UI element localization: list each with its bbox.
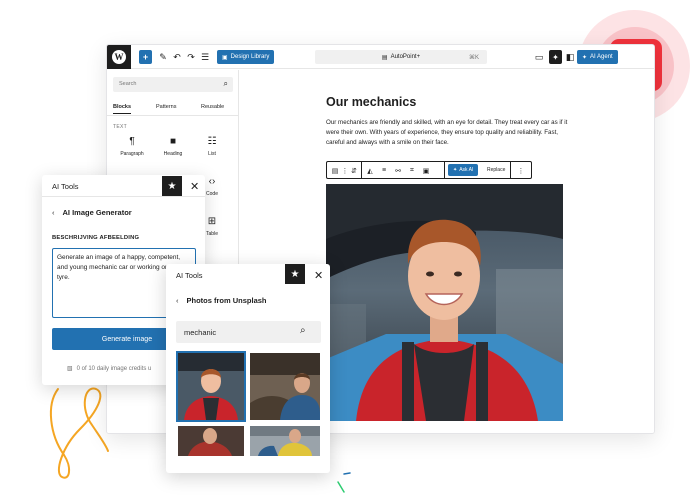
- unsplash-title: Photos from Unsplash: [186, 296, 267, 305]
- align-icon[interactable]: ≡: [379, 165, 389, 176]
- ai-agent-button[interactable]: ✦ AI Agent: [577, 50, 618, 64]
- add-block-button[interactable]: +: [139, 50, 152, 64]
- tab-patterns[interactable]: Patterns: [156, 104, 176, 110]
- search-icon[interactable]: ⌕: [300, 325, 306, 336]
- unsplash-photos-panel: AI Tools ★ ✕ ‹ Photos from Unsplash ⌕: [166, 264, 330, 473]
- unsplash-photo-4[interactable]: [250, 426, 320, 456]
- sparkle-icon: ✦: [582, 54, 588, 61]
- unsplash-photo-1[interactable]: [176, 351, 246, 422]
- squiggle-decoration: [49, 387, 109, 479]
- block-type-icon[interactable]: ▤: [330, 165, 340, 176]
- page-heading[interactable]: Our mechanics: [326, 95, 416, 109]
- editor-top-toolbar: W + ✎ ↶ ↷ ☰ ▣ Design Library ▤ AutoPoint…: [107, 45, 654, 69]
- sparkle-icon: ✦: [453, 167, 458, 173]
- generator-title: AI Image Generator: [62, 208, 132, 217]
- duotone-icon[interactable]: ◭: [365, 165, 375, 176]
- unsplash-subheader: ‹ Photos from Unsplash: [176, 296, 267, 305]
- toolbar-separator: [444, 162, 445, 178]
- search-icon: ⌕: [223, 79, 228, 88]
- panel-title: AI Tools: [52, 182, 79, 191]
- link-icon[interactable]: ⚯: [393, 165, 403, 176]
- ask-ai-button[interactable]: ✦ Ask AI: [448, 164, 479, 176]
- more-options-icon[interactable]: ⋮: [516, 165, 526, 176]
- unsplash-photo-2[interactable]: [250, 353, 320, 420]
- wordpress-logo-icon[interactable]: W: [107, 45, 131, 69]
- preview-device-icon[interactable]: ▭: [533, 50, 545, 64]
- drag-handle-icon[interactable]: ⋮: [341, 165, 349, 176]
- panel-header: AI Tools ★ ✕: [42, 175, 205, 197]
- text-over-image-icon[interactable]: ▣: [421, 165, 431, 176]
- back-chevron-icon[interactable]: ‹: [176, 296, 179, 305]
- close-icon[interactable]: ✕: [314, 269, 323, 282]
- inserter-tabs: Blocks Patterns Reusable: [107, 100, 238, 116]
- block-heading[interactable]: ■ Heading: [154, 136, 192, 157]
- design-library-button[interactable]: ▣ Design Library: [217, 50, 275, 64]
- bookmark-icon: ■: [169, 136, 177, 147]
- design-library-icon: ▣: [222, 54, 228, 61]
- list-view-icon[interactable]: ☰: [199, 50, 211, 64]
- mechanic-photo[interactable]: [326, 184, 563, 421]
- close-icon[interactable]: ✕: [190, 180, 199, 193]
- command-shortcut: ⌘K: [468, 54, 479, 61]
- image-credits-status: ▧ 0 of 10 daily image credits u: [67, 365, 152, 373]
- list-icon: ☷: [207, 136, 217, 147]
- unsplash-photo-3[interactable]: [178, 426, 244, 456]
- ai-sparkle-toggle[interactable]: ✦: [549, 50, 562, 64]
- back-chevron-icon[interactable]: ‹: [52, 208, 55, 217]
- block-search-input[interactable]: Search ⌕: [113, 77, 233, 92]
- panel-title: AI Tools: [176, 271, 203, 280]
- page-icon: ▤: [381, 54, 388, 61]
- tab-reusable[interactable]: Reusable: [201, 104, 224, 110]
- block-paragraph[interactable]: ¶ Paragraph: [113, 136, 151, 157]
- image-icon: ▧: [67, 366, 73, 372]
- toolbar-separator: [361, 162, 362, 178]
- crop-icon[interactable]: ⌗: [407, 165, 417, 176]
- undo-icon[interactable]: ↶: [171, 50, 183, 64]
- paragraph-icon: ¶: [129, 136, 135, 147]
- star-icon[interactable]: ★: [162, 176, 182, 196]
- block-list[interactable]: ☷ List: [193, 136, 231, 157]
- tab-blocks[interactable]: Blocks: [113, 104, 132, 114]
- image-block-toolbar: ▤ ⋮ ⇵ ◭ ≡ ⚯ ⌗ ▣ ✦ Ask AI Replace ⋮: [326, 161, 532, 179]
- page-paragraph[interactable]: Our mechanics are friendly and skilled, …: [326, 118, 576, 148]
- toolbar-separator: [510, 162, 511, 178]
- redo-icon[interactable]: ↷: [185, 50, 197, 64]
- pen-icon[interactable]: ✎: [157, 50, 169, 64]
- star-icon[interactable]: ★: [285, 264, 305, 284]
- settings-sidebar-icon[interactable]: ◧: [565, 50, 575, 64]
- block-category-label: TEXT: [113, 124, 127, 130]
- replace-button[interactable]: Replace: [483, 164, 509, 176]
- panel-header: AI Tools ★ ✕: [166, 264, 330, 286]
- document-title-bar[interactable]: ▤ AutoPoint+ ⌘K: [315, 50, 487, 64]
- confetti-decoration: [337, 472, 351, 493]
- generator-subheader: ‹ AI Image Generator: [52, 208, 132, 217]
- move-arrows-icon[interactable]: ⇵: [350, 165, 358, 176]
- description-label: BESCHRIJVING AFBEELDING: [52, 235, 140, 241]
